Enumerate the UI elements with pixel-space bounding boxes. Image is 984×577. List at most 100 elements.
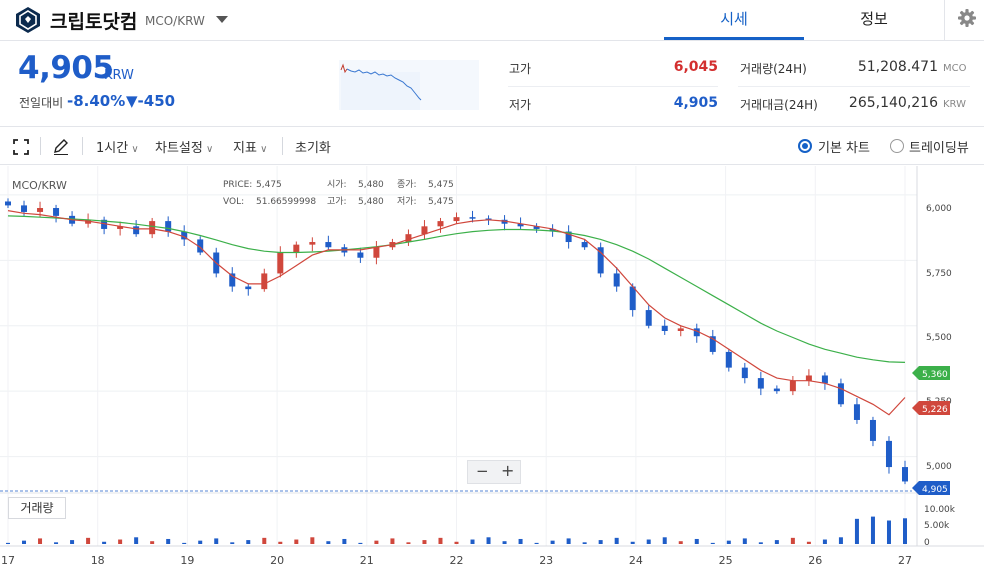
- volume-bar: [822, 539, 827, 544]
- volume-bar: [118, 539, 123, 544]
- low-label: 저가: [509, 98, 532, 112]
- interval-select[interactable]: 1시간 ∨: [96, 137, 139, 156]
- time-tick: 17: [1, 554, 15, 567]
- time-tick: 20: [270, 554, 284, 567]
- basic-chart-label[interactable]: 기본 차트: [818, 137, 870, 156]
- price-tick: 6,000: [926, 204, 952, 214]
- crypto-com-logo-icon: [16, 7, 40, 33]
- coin-name: 크립토닷컴: [50, 11, 138, 33]
- candle-body: [757, 378, 764, 389]
- candle-body: [357, 252, 364, 258]
- change-percent: -8.40%: [67, 92, 126, 110]
- last-price-tag: 4,905: [912, 481, 950, 495]
- tradingview-radio[interactable]: [890, 139, 904, 153]
- legend-open-label: 시가:: [327, 179, 347, 190]
- pencil-draw-icon[interactable]: [52, 138, 70, 156]
- current-price: 4,905: [18, 50, 114, 86]
- volume-bar: [742, 538, 747, 544]
- legend-symbol: MCO/KRW: [12, 179, 67, 192]
- volume-bar: [870, 516, 875, 544]
- volume-bar: [6, 542, 10, 544]
- chevron-down-icon: ∨: [128, 144, 139, 155]
- volume-bar: [134, 537, 139, 544]
- volume-bar: [54, 542, 59, 544]
- volume-bar: [230, 542, 235, 544]
- chart-settings-button[interactable]: 차트설정 ∨: [155, 137, 213, 156]
- top-bar: 크립토닷컴 MCO/KRW 시세 정보: [0, 0, 984, 41]
- volume-bar: [518, 538, 523, 544]
- time-tick: 26: [808, 554, 822, 567]
- svg-text:5,226: 5,226: [922, 405, 948, 415]
- legend-price-value: 5,475: [256, 180, 282, 190]
- volume-bar: [470, 539, 475, 544]
- time-tick: 24: [629, 554, 643, 567]
- candle-body: [629, 286, 636, 311]
- time-tick: 25: [719, 554, 733, 567]
- price-tick: 5,000: [926, 462, 952, 472]
- candle-body: [149, 221, 156, 235]
- volume-bar: [422, 540, 427, 544]
- candle-body: [165, 221, 172, 232]
- legend-open-value: 5,480: [358, 180, 384, 190]
- volume-bar: [630, 541, 635, 544]
- pair-dropdown-icon[interactable]: [216, 16, 228, 23]
- volume-tick: 5.00k: [924, 521, 950, 531]
- candle-body: [37, 208, 44, 212]
- volume-bar: [486, 537, 491, 544]
- candle-body: [261, 273, 268, 290]
- candle-body: [645, 310, 652, 326]
- divider: [738, 86, 970, 87]
- legend-close-value: 5,475: [428, 180, 454, 190]
- time-tick: 18: [91, 554, 105, 567]
- candle-body: [437, 221, 444, 227]
- volume-bar: [694, 538, 699, 544]
- volume-bar: [646, 539, 651, 544]
- legend-high-value: 5,480: [358, 197, 384, 207]
- candle-body: [325, 242, 332, 248]
- volume-bar: [502, 541, 507, 544]
- indicators-button[interactable]: 지표 ∨: [233, 137, 267, 156]
- basic-chart-radio[interactable]: [798, 139, 812, 153]
- divider: [508, 86, 718, 87]
- price-unit: KRW: [104, 68, 134, 83]
- settings-gear-icon[interactable]: [944, 0, 984, 40]
- volume-bar: [342, 538, 347, 544]
- market-pair[interactable]: MCO/KRW: [145, 14, 205, 28]
- tradingview-label[interactable]: 트레이딩뷰: [909, 137, 969, 156]
- candle-body: [613, 273, 620, 287]
- candle-body: [869, 419, 876, 441]
- volume-24h-unit: MCO: [943, 63, 967, 74]
- legend-close-label: 종가:: [397, 179, 417, 190]
- candle-body: [805, 375, 812, 381]
- candle-body: [373, 247, 380, 258]
- reset-button[interactable]: 초기화: [295, 137, 331, 156]
- volume-bar: [166, 538, 171, 544]
- candle-body: [837, 383, 844, 405]
- amount-24h-label: 거래대금(24H): [740, 98, 818, 112]
- candle-body: [21, 205, 28, 212]
- legend-vol-label: VOL:: [223, 197, 244, 207]
- high-value: 6,045: [673, 59, 718, 75]
- tab-info[interactable]: 정보: [804, 0, 944, 40]
- candle-body: [821, 375, 828, 384]
- candle-body: [469, 217, 476, 219]
- candlestick-chart[interactable]: MCO/KRW PRICE: 5,475 시가: 5,480 종가: 5,475…: [0, 166, 984, 577]
- zoom-out-button[interactable]: −: [476, 462, 489, 480]
- legend-low-value: 5,475: [428, 197, 454, 207]
- volume-bar: [886, 520, 891, 544]
- time-tick: 21: [360, 554, 374, 567]
- svg-text:4,905: 4,905: [922, 485, 948, 495]
- time-tick: 23: [539, 554, 553, 567]
- candle-body: [885, 440, 892, 468]
- volume-bar: [614, 537, 619, 544]
- volume-bar: [662, 537, 667, 544]
- tab-price[interactable]: 시세: [664, 0, 804, 40]
- time-tick: 19: [180, 554, 194, 567]
- fullscreen-icon[interactable]: [13, 139, 29, 155]
- volume-tick: 10.00k: [924, 505, 956, 515]
- volume-label: 거래량: [8, 497, 66, 519]
- volume-bar: [150, 541, 155, 544]
- zoom-in-button[interactable]: +: [501, 461, 514, 480]
- ma-short-price-tag: 5,226: [912, 401, 950, 415]
- volume-bar: [758, 542, 763, 544]
